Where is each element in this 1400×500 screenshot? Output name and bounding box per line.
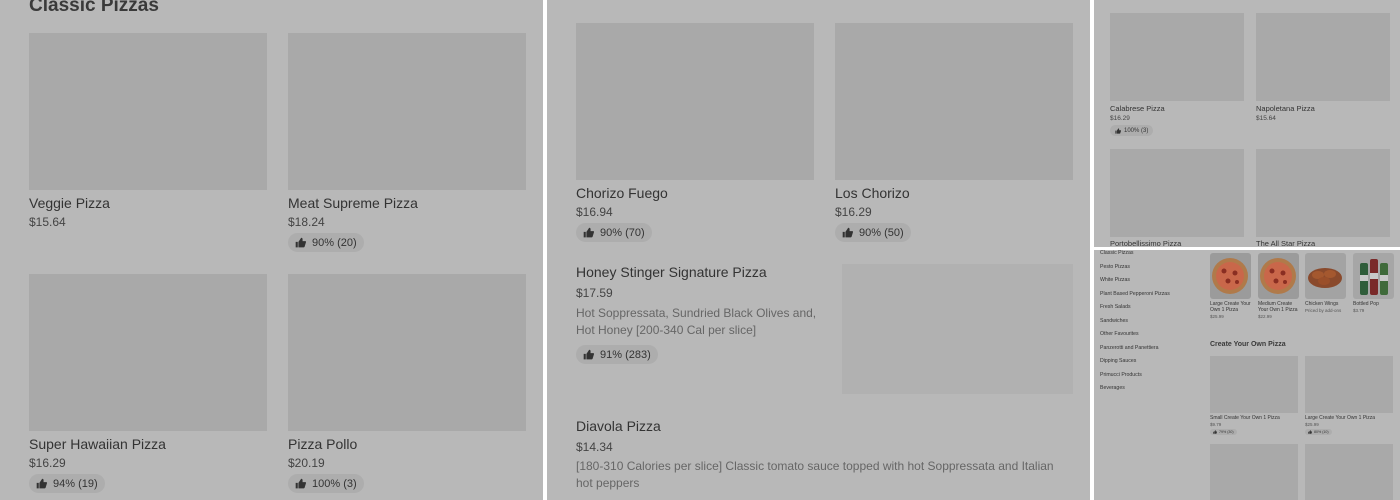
section-title: Classic Pizzas [29,0,159,16]
sidebar-item[interactable]: Other Favourites [1100,331,1139,337]
item-image [576,23,814,180]
item-image [288,274,526,431]
rating-badge: 90% (70) [576,223,652,242]
rating-badge: 80% (10) [1305,429,1332,435]
rating-badge: 94% (19) [29,474,105,493]
item-image [1110,13,1244,101]
item-name: Los Chorizo [835,185,910,201]
item-name: Honey Stinger Signature Pizza [576,264,767,280]
item-name: Large Create Your Own 1 Pizza [1210,301,1251,313]
item-price: $15.64 [29,215,66,229]
section-title: Create Your Own Pizza [1210,341,1286,348]
item-name: Chorizo Fuego [576,185,668,201]
sidebar-item[interactable]: White Pizzas [1100,277,1130,283]
item-image [1256,149,1390,237]
item-name: Super Hawaiian Pizza [29,436,166,452]
item-price: $9.79 [1210,422,1222,427]
item-image [1110,149,1244,237]
rating-text: 80% (10) [1314,430,1329,434]
rating-badge: 100% (3) [1110,125,1154,136]
thumbs-up-icon [36,478,47,489]
item-name: Calabrese Pizza [1110,104,1165,113]
rating-text: 100% (3) [312,477,357,490]
item-price: $16.29 [1110,115,1130,122]
rating-badge: 91% (283) [576,345,658,364]
rating-text: 90% (50) [859,226,904,239]
item-image [29,274,267,431]
item-name: The All Star Pizza [1256,239,1316,247]
large-pizza-image [1210,253,1251,299]
item-name: Small Create Your Own 1 Pizza [1210,415,1280,421]
item-price: Priced by add-ons [1305,308,1342,313]
rating-text: 90% (20) [312,236,357,249]
item-price: $14.34 [576,440,613,454]
item-name: Portobellissimo Pizza [1110,239,1182,247]
menu-panel-specialty: Calabrese Pizza $16.29 100% (3) Napoleta… [1094,0,1400,247]
rating-text: 100% (3) [1124,127,1149,134]
medium-pizza-image [1258,253,1299,299]
item-name: Large Create Your Own 1 Pizza [1305,415,1376,421]
item-image [1305,356,1393,413]
sidebar-item[interactable]: Pesto Pizzas [1100,264,1130,270]
rating-text: 91% (283) [600,348,651,361]
thumbs-up-icon [583,349,594,360]
rating-badge: 90% (50) [835,223,911,242]
item-price: $17.59 [576,286,613,300]
rating-badge: 90% (20) [288,233,364,252]
sidebar-item[interactable]: Primucci Products [1100,372,1142,378]
item-price: $15.64 [1256,115,1276,122]
item-image[interactable] [1210,444,1298,500]
item-name: Napoletana Pizza [1256,104,1315,113]
bottled-pop-image [1353,253,1394,299]
thumbs-up-icon [583,227,594,238]
rating-text: 90% (70) [600,226,645,239]
item-price: $25.99 [1210,314,1224,319]
thumbs-up-icon [295,237,306,248]
sidebar-item[interactable]: Beverages [1100,385,1125,391]
item-price: $25.99 [1305,422,1319,427]
item-name: Veggie Pizza [29,195,110,211]
rating-badge: 79% (30) [1210,429,1237,435]
item-name: Chicken Wings [1305,301,1339,307]
thumbs-up-icon [1308,430,1312,434]
item-image [29,33,267,190]
thumbs-up-icon [1115,127,1121,134]
item-price: $3.79 [1353,308,1365,313]
menu-panel-classic: Classic Pizzas Veggie Pizza $15.64 Meat … [0,0,543,500]
sidebar-item[interactable]: Sandwiches [1100,318,1128,324]
item-name: Meat Supreme Pizza [288,195,418,211]
menu-panel-overview: Classic Pizzas Pesto Pizzas White Pizzas… [1094,250,1400,500]
item-image [1210,356,1298,413]
rating-text: 79% (30) [1219,430,1234,434]
item-description: [180-310 Calories per slice] Classic tom… [576,459,1054,490]
sidebar-item[interactable]: Classic Pizzas [1100,250,1133,256]
thumbs-up-icon [295,478,306,489]
menu-panel-chorizo: Chorizo Fuego $16.94 90% (70) Los Choriz… [547,0,1090,500]
thumbs-up-icon [1213,430,1217,434]
thumbs-up-icon [842,227,853,238]
item-price: $22.99 [1258,314,1272,319]
item-price: $20.19 [288,456,325,470]
sidebar-item[interactable]: Panzerotti and Panettiera [1100,345,1159,351]
sidebar-item[interactable]: Plant Based Pepperoni Pizzas [1100,291,1170,297]
item-image [288,33,526,190]
item-image [1256,13,1390,101]
item-price: $16.29 [29,456,66,470]
item-name: Medium Create Your Own 1 Pizza [1258,301,1298,313]
item-image [835,23,1073,180]
item-name: Diavola Pizza [576,418,661,434]
chicken-wings-image [1305,253,1346,299]
item-price: $18.24 [288,215,325,229]
item-image [842,264,1073,394]
sidebar-item[interactable]: Fresh Salads [1100,304,1131,310]
rating-text: 94% (19) [53,477,98,490]
item-price: $16.94 [576,205,613,219]
rating-badge: 100% (3) [288,474,364,493]
sidebar-item[interactable]: Dipping Sauces [1100,358,1136,364]
item-name: Bottled Pop [1353,301,1379,307]
item-description: Hot Soppressata, Sundried Black Olives a… [576,306,817,337]
item-image[interactable] [1305,444,1393,500]
item-name: Pizza Pollo [288,436,358,452]
item-price: $16.29 [835,205,872,219]
